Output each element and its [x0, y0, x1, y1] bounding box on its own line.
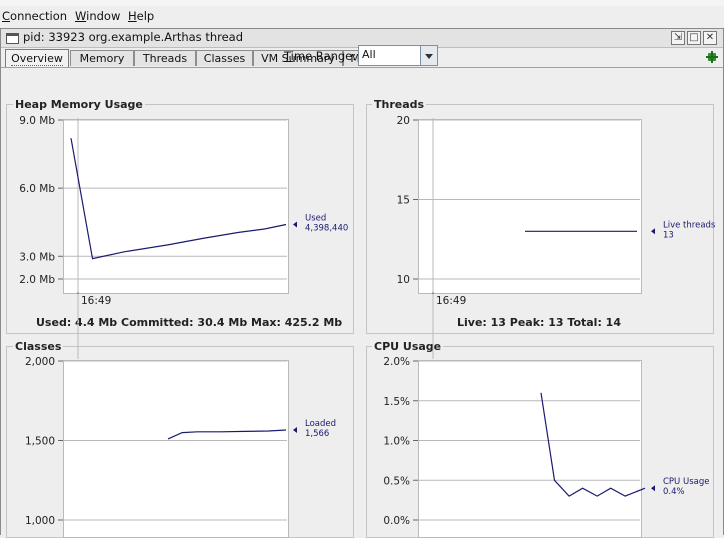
y-tick-label: 0.0%: [383, 515, 410, 527]
y-tick-label: 0.5%: [383, 475, 410, 487]
legend-marker: [651, 485, 655, 492]
y-tick-label: 2.0%: [383, 356, 410, 368]
legend-name: CPU Usage: [663, 477, 709, 487]
y-tick-label: 1.0%: [383, 436, 410, 448]
y-tick-label: 1.5%: [383, 396, 410, 408]
legend-value: 0.4%: [663, 487, 685, 497]
cpu-chart: 2.0% 1.5% 1.0% 0.5% 0.0% CPU Usage0.4%: [383, 294, 709, 527]
